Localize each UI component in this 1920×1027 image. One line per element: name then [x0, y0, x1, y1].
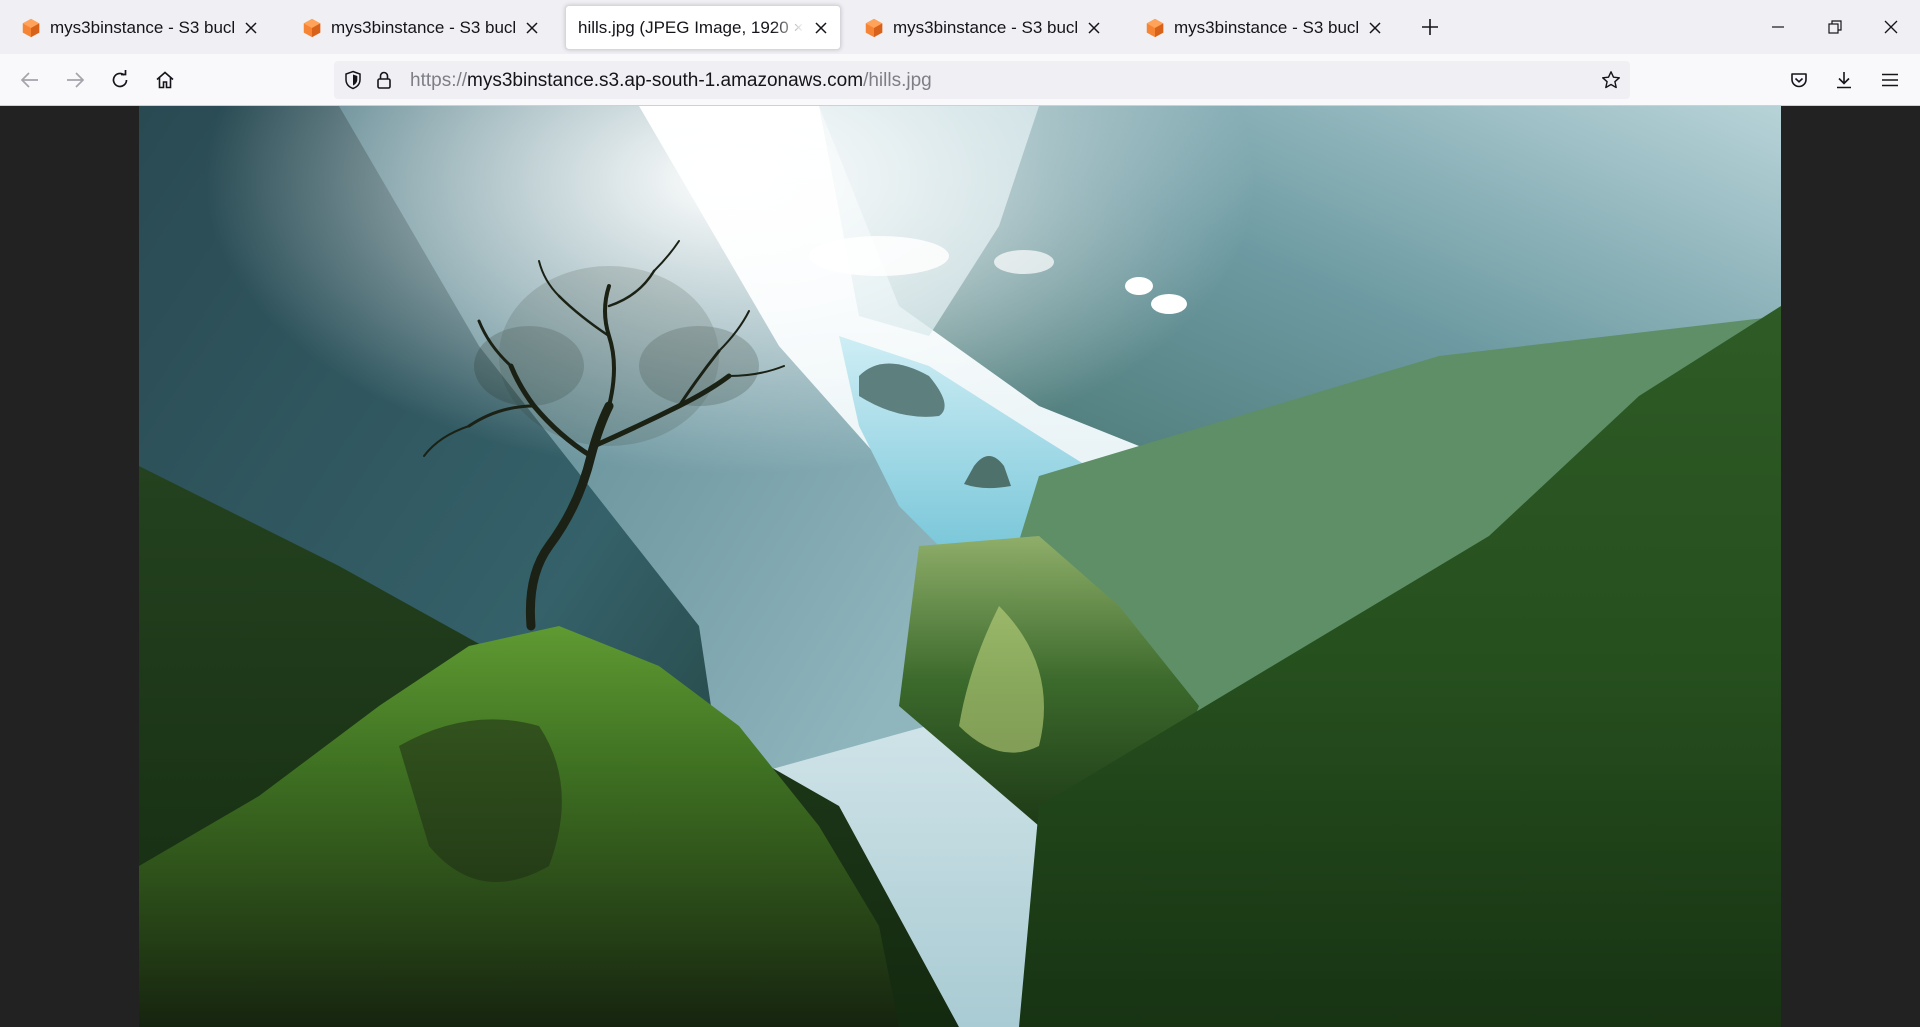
lock-icon	[377, 71, 391, 89]
site-security-button[interactable]	[373, 69, 395, 91]
home-button[interactable]	[150, 65, 180, 95]
aws-cube-icon	[1146, 18, 1164, 37]
forward-button[interactable]	[60, 65, 90, 95]
pocket-icon	[1791, 73, 1807, 88]
tab-s3-bucket-1[interactable]: mys3binstance - S3 bucket	[8, 5, 270, 50]
url-scheme: https://	[410, 70, 468, 91]
pocket-button[interactable]	[1784, 65, 1814, 95]
url-text[interactable]: https://mys3binstance.s3.ap-south-1.amaz…	[410, 70, 932, 92]
aws-cube-icon	[22, 18, 40, 37]
close-icon	[1088, 21, 1100, 34]
address-bar[interactable]: https://mys3binstance.s3.ap-south-1.amaz…	[334, 61, 1630, 99]
hamburger-menu-icon	[1882, 73, 1898, 87]
reload-icon	[112, 70, 128, 88]
tab-strip: mys3binstance - S3 bucket mys3binstance …	[0, 0, 1920, 54]
tab-close-button[interactable]	[1081, 15, 1107, 41]
back-button[interactable]	[15, 65, 45, 95]
arrow-left-icon	[20, 72, 38, 88]
plus-icon	[1422, 19, 1438, 35]
tab-title: mys3binstance - S3 bucket	[331, 17, 515, 37]
window-close-button[interactable]	[1868, 6, 1914, 48]
tab-title: hills.jpg (JPEG Image, 1920 × 1080 pixel…	[578, 17, 804, 37]
tab-title: mys3binstance - S3 bucket	[893, 17, 1077, 37]
tab-close-button[interactable]	[808, 15, 834, 41]
tab-title: mys3binstance - S3 bucket	[1174, 17, 1358, 37]
tab-close-button[interactable]	[238, 15, 264, 41]
navigation-toolbar: https://mys3binstance.s3.ap-south-1.amaz…	[0, 54, 1920, 106]
home-icon	[156, 71, 174, 89]
tab-close-button[interactable]	[1362, 15, 1388, 41]
arrow-right-icon	[67, 72, 85, 88]
hills-image[interactable]	[139, 106, 1781, 1027]
url-domain: mys3binstance.s3.ap-south-1.amazonaws.co…	[467, 70, 864, 91]
close-icon	[1884, 20, 1898, 34]
tracking-protection-button[interactable]	[342, 69, 364, 91]
tab-s3-bucket-3[interactable]: mys3binstance - S3 bucket	[851, 5, 1113, 50]
close-icon	[815, 21, 827, 34]
window-restore-button[interactable]	[1812, 6, 1858, 48]
close-icon	[526, 21, 538, 34]
image-viewer	[0, 106, 1920, 1027]
shield-icon	[345, 70, 361, 90]
bookmark-button[interactable]	[1600, 69, 1622, 91]
close-icon	[1369, 21, 1381, 34]
tab-hills-jpg[interactable]: hills.jpg (JPEG Image, 1920 × 1080 pixel…	[565, 5, 841, 50]
window-minimize-button[interactable]	[1755, 6, 1801, 48]
tab-s3-bucket-2[interactable]: mys3binstance - S3 bucket	[289, 5, 551, 50]
downloads-button[interactable]	[1829, 65, 1859, 95]
reload-button[interactable]	[105, 65, 135, 95]
url-path: /hills.jpg	[863, 70, 932, 91]
minimize-icon	[1772, 26, 1784, 28]
new-tab-button[interactable]	[1416, 13, 1444, 41]
mountain-valley-landscape	[139, 106, 1781, 1027]
tab-title: mys3binstance - S3 bucket	[50, 17, 234, 37]
aws-cube-icon	[865, 18, 883, 37]
close-icon	[245, 21, 257, 34]
aws-cube-icon	[303, 18, 321, 37]
download-icon	[1837, 72, 1851, 89]
restore-icon	[1828, 20, 1842, 34]
star-icon	[1602, 71, 1620, 89]
application-menu-button[interactable]	[1875, 65, 1905, 95]
tab-s3-bucket-4[interactable]: mys3binstance - S3 bucket	[1132, 5, 1394, 50]
tab-close-button[interactable]	[519, 15, 545, 41]
